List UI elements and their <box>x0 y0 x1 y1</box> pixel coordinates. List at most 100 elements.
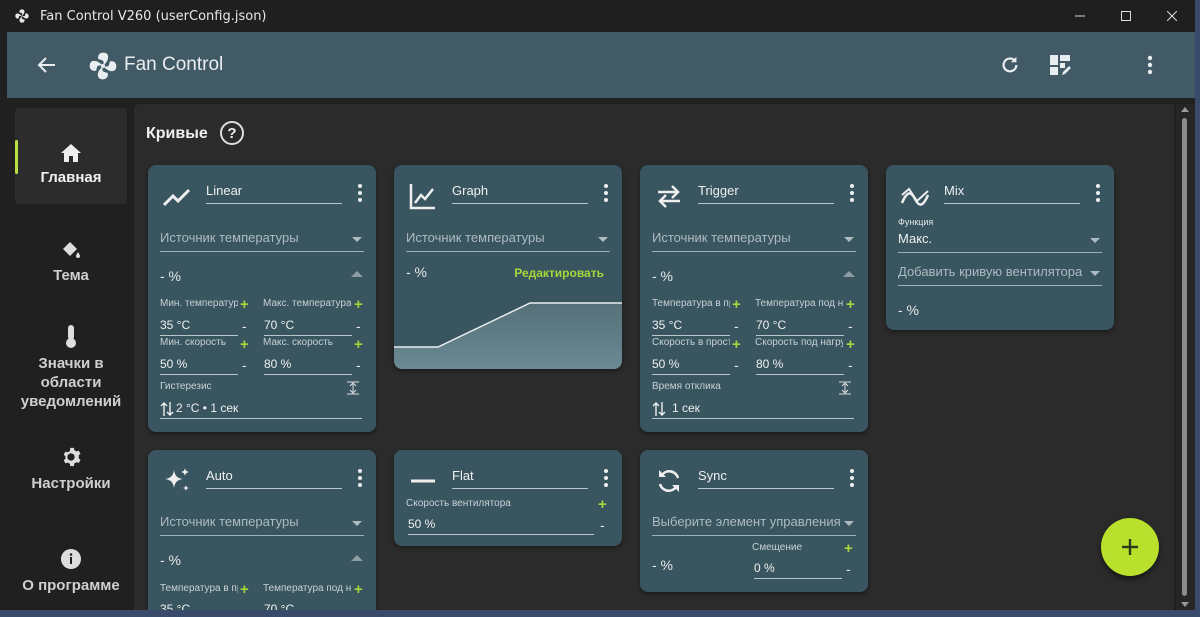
card-menu-button[interactable] <box>604 469 608 487</box>
curve-name-field[interactable]: Linear <box>206 183 342 204</box>
scroll-up-icon[interactable] <box>1181 107 1189 112</box>
control-select[interactable]: Выберите элемент управления <box>652 514 856 536</box>
load-temp-increase[interactable]: + <box>846 297 855 312</box>
load-temp-increase[interactable]: + <box>354 582 363 597</box>
card-menu-button[interactable] <box>850 469 854 487</box>
add-fan-curve-select[interactable]: Добавить кривую вентилятора <box>898 264 1102 286</box>
max-speed-field[interactable]: 80 % <box>264 357 352 375</box>
curve-output-value: - % <box>160 552 181 568</box>
curve-name-field[interactable]: Flat <box>452 468 588 489</box>
function-select[interactable]: Макс. <box>898 231 1102 253</box>
hysteresis-label: Гистерезис <box>160 381 212 392</box>
vertical-scrollbar[interactable] <box>1176 104 1195 610</box>
min-temp-field[interactable]: 35 °C <box>160 318 238 336</box>
main-content: Кривые ? Linear Источник температуры - %… <box>134 104 1174 610</box>
back-arrow-icon[interactable] <box>35 53 59 77</box>
idle-speed-field[interactable]: 50 % <box>652 357 730 375</box>
min-speed-decrease[interactable]: - <box>242 358 247 372</box>
max-temp-field[interactable]: 70 °C <box>264 318 352 336</box>
min-speed-label: Мин. скорость <box>160 337 226 348</box>
curve-name-field[interactable]: Sync <box>698 468 834 489</box>
max-speed-increase[interactable]: + <box>354 337 363 352</box>
idle-temp-increase[interactable]: + <box>240 582 249 597</box>
help-button[interactable]: ? <box>220 121 244 145</box>
hysteresis-field[interactable]: 2 °C • 1 сек <box>160 401 362 419</box>
idle-speed-increase[interactable]: + <box>732 337 741 352</box>
min-temp-increase[interactable]: + <box>240 297 249 312</box>
curve-output-value: - % <box>160 268 181 284</box>
card-menu-button[interactable] <box>850 184 854 202</box>
min-speed-increase[interactable]: + <box>240 337 249 352</box>
temperature-source-select[interactable]: Источник температуры <box>652 230 856 252</box>
close-button[interactable] <box>1149 0 1195 32</box>
offset-decrease[interactable]: - <box>846 562 851 576</box>
load-temp-field[interactable]: 70 °C <box>756 318 844 336</box>
fan-logo-icon <box>89 52 117 80</box>
edit-graph-button[interactable]: Редактировать <box>514 266 604 280</box>
curve-preview-graph[interactable] <box>394 293 622 369</box>
load-speed-field[interactable]: 80 % <box>756 357 844 375</box>
max-temp-increase[interactable]: + <box>354 297 363 312</box>
fan-speed-decrease[interactable]: - <box>600 518 605 532</box>
fan-speed-increase[interactable]: + <box>598 497 607 512</box>
maximize-button[interactable] <box>1103 0 1149 32</box>
home-icon <box>61 144 81 162</box>
sidebar-item-label: О программе <box>22 577 120 594</box>
curve-name-field[interactable]: Graph <box>452 183 588 204</box>
refresh-icon <box>1002 56 1018 73</box>
scrollbar-thumb[interactable] <box>1182 118 1187 596</box>
paint-bucket-icon <box>63 242 80 258</box>
layout-edit-button[interactable] <box>1047 52 1073 78</box>
min-speed-field[interactable]: 50 % <box>160 357 238 375</box>
thermometer-icon <box>66 325 76 348</box>
maximize-icon <box>1121 11 1131 21</box>
offset-field[interactable]: 0 % <box>754 561 842 579</box>
minimize-button[interactable] <box>1057 0 1103 32</box>
idle-temp-increase[interactable]: + <box>732 297 741 312</box>
refresh-button[interactable] <box>997 52 1023 78</box>
curve-card-graph: Graph Источник температуры - % Редактиро… <box>394 165 622 369</box>
idle-speed-decrease[interactable]: - <box>734 358 739 372</box>
idle-temp-field[interactable]: 35 °C <box>160 602 238 610</box>
more-menu-button[interactable] <box>1137 52 1163 78</box>
collapse-icon[interactable] <box>351 555 363 561</box>
max-temp-decrease[interactable]: - <box>356 319 361 333</box>
load-temp-field[interactable]: 70 °C <box>264 602 352 610</box>
temperature-source-select[interactable]: Источник температуры <box>406 230 610 252</box>
sidebar-item-tray-icons[interactable]: Значки в области уведомлений <box>15 324 127 414</box>
card-menu-button[interactable] <box>604 184 608 202</box>
curve-name-field[interactable]: Auto <box>206 468 342 489</box>
load-temp-decrease[interactable]: - <box>848 319 853 333</box>
card-menu-button[interactable] <box>358 184 362 202</box>
add-curve-button[interactable] <box>1101 518 1159 576</box>
load-speed-label: Скорость под нагрузкой <box>755 337 843 348</box>
load-speed-decrease[interactable]: - <box>848 358 853 372</box>
load-speed-increase[interactable]: + <box>846 337 855 352</box>
response-time-field[interactable]: 1 сек <box>652 401 854 419</box>
offset-increase[interactable]: + <box>844 541 853 556</box>
temperature-source-select[interactable]: Источник температуры <box>160 514 364 536</box>
response-expand-icon[interactable] <box>839 381 851 395</box>
card-menu-button[interactable] <box>1096 184 1100 202</box>
dashboard-edit-icon <box>1050 55 1071 75</box>
max-temp-label: Макс. температура <box>263 298 351 309</box>
collapse-icon[interactable] <box>351 271 363 277</box>
close-icon <box>1167 11 1177 21</box>
idle-speed-label: Скорость в простое <box>652 337 730 348</box>
sidebar-item-theme[interactable]: Тема <box>15 240 127 290</box>
fan-speed-field[interactable]: 50 % <box>408 517 594 535</box>
collapse-icon[interactable] <box>843 271 855 277</box>
sidebar-item-about[interactable]: О программе <box>15 548 127 598</box>
card-menu-button[interactable] <box>358 469 362 487</box>
idle-temp-field[interactable]: 35 °C <box>652 318 730 336</box>
temperature-source-select[interactable]: Источник температуры <box>160 230 364 252</box>
idle-temp-decrease[interactable]: - <box>734 319 739 333</box>
scroll-down-icon[interactable] <box>1181 602 1189 607</box>
sidebar-item-home[interactable]: Главная <box>15 108 127 204</box>
max-speed-decrease[interactable]: - <box>356 358 361 372</box>
hysteresis-expand-icon[interactable] <box>347 381 359 395</box>
curve-name-field[interactable]: Trigger <box>698 183 834 204</box>
curve-name-field[interactable]: Mix <box>944 183 1080 204</box>
sidebar-item-settings[interactable]: Настройки <box>15 446 127 496</box>
min-temp-decrease[interactable]: - <box>242 319 247 333</box>
